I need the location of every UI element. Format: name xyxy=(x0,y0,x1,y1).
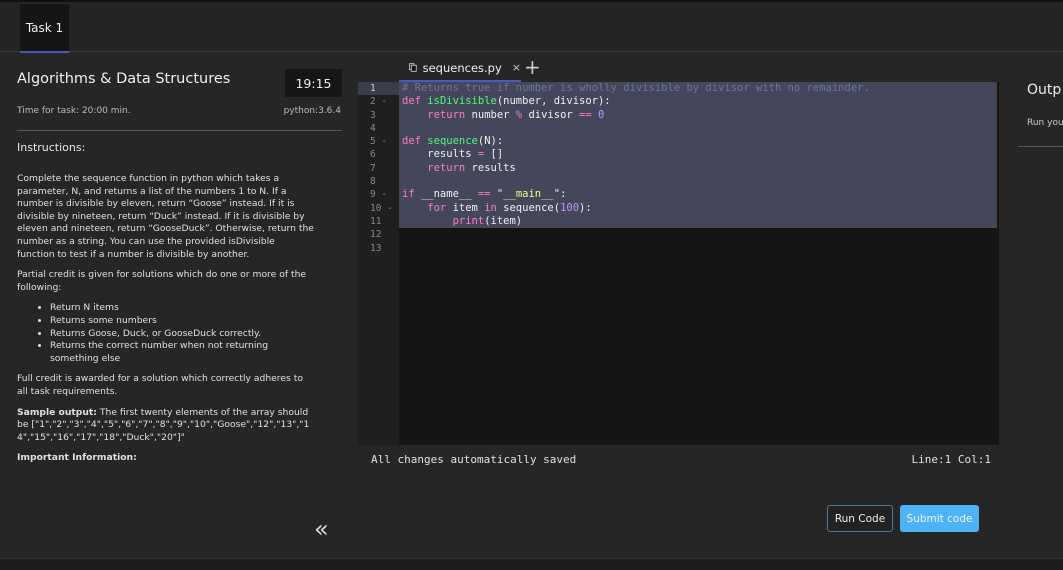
divider xyxy=(1018,146,1063,147)
add-file-icon[interactable]: + xyxy=(524,55,541,80)
code-token: divisor xyxy=(528,108,580,121)
code-token: ): xyxy=(579,201,592,214)
code-line: def isDivisible(number, divisor): xyxy=(399,95,997,109)
code-token: results xyxy=(471,161,516,174)
code-token: for xyxy=(402,201,453,214)
code-token: return xyxy=(402,161,472,174)
code-token: 0 xyxy=(598,108,605,121)
code-line: results = [] xyxy=(399,148,997,162)
list-item: Returns Goose, Duck, or GooseDuck correc… xyxy=(50,328,315,341)
code-line: if __name__ == "__main__": xyxy=(399,188,997,202)
tab-task-1[interactable]: Task 1 xyxy=(20,4,69,53)
line-number: 13 xyxy=(370,242,382,254)
language-version: python:3.6.4 xyxy=(283,106,341,116)
line-number: 6 xyxy=(370,149,376,161)
code-token: number xyxy=(471,108,516,121)
code-token: ": xyxy=(553,188,567,201)
instructions-paragraph: Full credit is awarded for a solution wh… xyxy=(17,373,303,397)
code-token: sequence( xyxy=(503,201,561,214)
list-item: Returns the correct number when not retu… xyxy=(50,340,315,365)
collapse-panel-icon[interactable]: « xyxy=(314,515,329,543)
tab-sequences-py[interactable]: sequences.py × xyxy=(399,55,521,82)
code-token: if xyxy=(402,188,421,201)
line-number: 9 - xyxy=(370,189,388,201)
task-panel: Algorithms & Data Structures 19:15 Time … xyxy=(0,53,355,558)
code-token: item xyxy=(452,201,485,214)
output-heading: Outp xyxy=(1027,82,1062,98)
code-line: print(item) xyxy=(399,214,997,229)
code-line: return results xyxy=(399,161,997,176)
instructions-body: Complete the sequence function in python… xyxy=(17,173,315,473)
save-status: All changes automatically saved xyxy=(371,453,577,466)
code-token: [] xyxy=(490,148,504,161)
task-title: Algorithms & Data Structures xyxy=(17,71,231,87)
code-token: def xyxy=(402,95,428,108)
code-token: sequence xyxy=(427,135,478,148)
editor-tabs: sequences.py × + xyxy=(399,55,999,82)
sample-output: Sample output: The first twenty elements… xyxy=(17,407,315,445)
time-for-task: Time for task: 20:00 min. xyxy=(17,106,131,116)
code-token: return xyxy=(402,108,472,121)
run-code-button[interactable]: Run Code xyxy=(827,505,893,532)
code-editor[interactable]: # Returns true if number is wholly divis… xyxy=(399,82,999,445)
code-line: for item in sequence(100): xyxy=(399,201,997,215)
sample-label: Sample output: xyxy=(17,406,97,418)
file-icon xyxy=(409,63,417,72)
line-number: 1 xyxy=(358,82,399,96)
code-token: == xyxy=(579,108,599,121)
code-token: % xyxy=(515,108,529,121)
timer: 19:15 xyxy=(285,69,342,97)
line-number: 10 - xyxy=(370,202,393,214)
code-token: results xyxy=(402,148,478,161)
submit-code-button[interactable]: Submit code xyxy=(900,505,979,532)
code-token: isDivisible xyxy=(427,95,497,108)
line-number: 5 - xyxy=(370,136,388,148)
line-number: 4 xyxy=(370,122,376,134)
code-line xyxy=(399,175,997,189)
code-token: # Returns true if number is wholly divis… xyxy=(402,82,870,94)
code-token: = xyxy=(477,148,491,161)
important-info-label: Important Information: xyxy=(17,452,137,464)
taskbar xyxy=(0,558,1063,570)
line-number: 11 xyxy=(370,215,382,227)
code-token: == xyxy=(477,188,497,201)
code-token: def xyxy=(402,135,428,148)
divider xyxy=(17,130,342,131)
partial-credit-list: Return N items Returns some numbers Retu… xyxy=(50,302,315,365)
cursor-position: Line:1 Col:1 xyxy=(911,453,991,466)
instructions-paragraph: Complete the sequence function in python… xyxy=(17,173,314,260)
code-token: 100 xyxy=(560,201,580,214)
output-hint: Run you xyxy=(1027,118,1063,128)
code-token: (N): xyxy=(477,135,504,148)
instructions-paragraph: Partial credit is given for solutions wh… xyxy=(17,269,307,293)
code-token: (item) xyxy=(484,214,523,227)
code-token: print xyxy=(402,214,485,227)
code-token: in xyxy=(484,201,504,214)
instructions-heading: Instructions: xyxy=(17,141,86,154)
code-line: return number % divisor == 0 xyxy=(399,108,997,122)
code-line: # Returns true if number is wholly divis… xyxy=(399,82,997,96)
file-tab-label: sequences.py xyxy=(422,60,502,75)
line-number: 7 xyxy=(370,162,376,174)
top-bar: Task 1 xyxy=(0,0,1063,53)
line-number: 8 xyxy=(370,176,376,188)
code-token: __main__ xyxy=(503,188,554,201)
list-item: Returns some numbers xyxy=(50,315,315,328)
line-number-gutter: 12 -34 5 -67 89 -10 -11 12 13 xyxy=(358,82,399,445)
line-number: 12 xyxy=(370,229,382,241)
code-token: (number, divisor): xyxy=(496,95,611,108)
line-number: 2 - xyxy=(370,96,388,108)
code-token: __name__ xyxy=(420,188,478,201)
code-line: def sequence(N): xyxy=(399,135,997,149)
list-item: Return N items xyxy=(50,302,315,315)
code-line xyxy=(399,121,997,136)
line-number: 3 xyxy=(370,109,376,121)
close-icon[interactable]: × xyxy=(512,61,521,74)
